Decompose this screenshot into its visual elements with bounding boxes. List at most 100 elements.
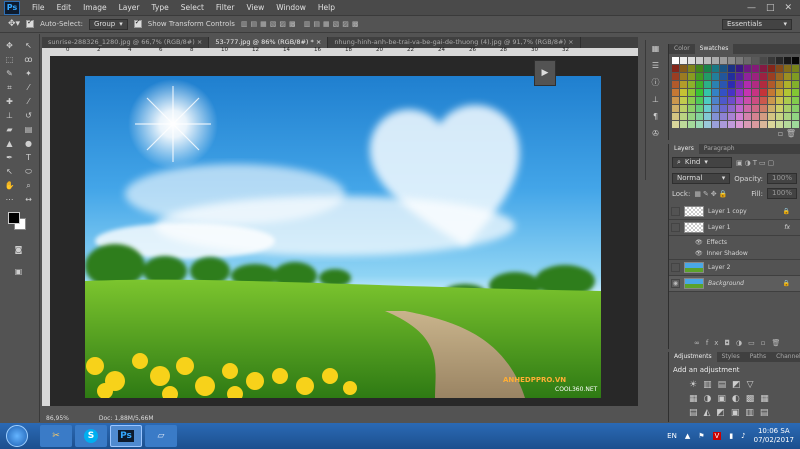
color-swatch[interactable] <box>736 113 743 120</box>
color-swatch[interactable] <box>784 97 791 104</box>
color-swatch[interactable] <box>712 113 719 120</box>
color-swatch[interactable] <box>728 81 735 88</box>
workspace-dropdown[interactable]: Essentials ▾ <box>722 19 792 30</box>
color-swatch[interactable] <box>704 97 711 104</box>
brush-presets-icon[interactable]: ⊥ <box>646 91 665 108</box>
eyedropper-tool-icon[interactable]: ⁄ <box>20 82 37 94</box>
color-swatch[interactable] <box>784 81 791 88</box>
color-swatch[interactable] <box>760 89 767 96</box>
color-swatch[interactable] <box>768 81 775 88</box>
color-swatch[interactable] <box>768 73 775 80</box>
color-swatch[interactable] <box>776 121 783 128</box>
start-button[interactable] <box>6 425 28 447</box>
pen-tool-icon[interactable]: ✒ <box>1 152 18 164</box>
color-swatch[interactable] <box>680 89 687 96</box>
color-swatch[interactable] <box>728 65 735 72</box>
color-swatch[interactable] <box>672 121 679 128</box>
color-swatch[interactable] <box>712 73 719 80</box>
language-indicator[interactable]: EN <box>667 432 677 440</box>
color-swatch[interactable] <box>744 105 751 112</box>
character-icon[interactable]: ¶ <box>646 108 665 125</box>
color-swatch[interactable] <box>688 81 695 88</box>
hand-tool-icon[interactable]: ✋ <box>1 180 18 192</box>
mask-icon[interactable]: ◘ <box>724 339 736 347</box>
color-swatch[interactable] <box>696 105 703 112</box>
color-swatch[interactable] <box>792 89 799 96</box>
transform-controls-checkbox[interactable] <box>133 18 142 28</box>
stamp-tool-icon[interactable]: ⊥ <box>1 110 18 122</box>
color-swatch[interactable] <box>760 65 767 72</box>
color-swatch[interactable] <box>752 121 759 128</box>
color-swatch[interactable] <box>744 113 751 120</box>
color-swatch[interactable] <box>680 57 687 64</box>
tab-paragraph[interactable]: Paragraph <box>699 144 740 154</box>
color-swatch[interactable] <box>752 65 759 72</box>
color-swatch[interactable] <box>736 65 743 72</box>
visibility-toggle[interactable]: ◉ <box>671 279 680 288</box>
filter-icons[interactable]: ▣◑T▭▢ <box>736 159 776 167</box>
color-swatch[interactable] <box>712 57 719 64</box>
new-swatch-icon[interactable]: ▫ <box>778 129 783 138</box>
color-swatch[interactable] <box>680 81 687 88</box>
menu-filter[interactable]: Filter <box>210 3 241 12</box>
taskbar-app-skype[interactable]: S <box>75 425 107 447</box>
lasso-tool-icon[interactable]: ꝏ <box>20 54 37 66</box>
color-swatch[interactable] <box>680 65 687 72</box>
color-swatch[interactable] <box>744 89 751 96</box>
color-swatch[interactable] <box>792 97 799 104</box>
flag-icon[interactable]: ⚑ <box>698 432 704 440</box>
color-swatch[interactable] <box>712 81 719 88</box>
layer-row-background[interactable]: ◉ Background 🔒 <box>669 276 800 292</box>
effects-row[interactable]: 👁 Effects <box>669 236 800 248</box>
document-image[interactable]: ANHEDPPRO.VN COOL360.NET <box>85 76 601 398</box>
color-swatch[interactable] <box>696 97 703 104</box>
color-swatch[interactable] <box>792 57 799 64</box>
color-swatch[interactable] <box>720 81 727 88</box>
clock[interactable]: 10:06 SA 07/02/2017 <box>754 427 794 445</box>
visibility-toggle[interactable] <box>671 263 680 272</box>
color-swatch[interactable] <box>760 121 767 128</box>
color-swatch[interactable] <box>760 97 767 104</box>
color-swatch[interactable] <box>688 89 695 96</box>
extra-tools-icon[interactable]: ⋯ <box>1 194 18 206</box>
color-swatch[interactable] <box>736 73 743 80</box>
layer-name[interactable]: Layer 1 copy <box>708 208 747 215</box>
screen-mode-icon[interactable]: ▣ <box>10 266 27 278</box>
swap-colors-icon[interactable]: ↔ <box>20 194 37 206</box>
taskbar-app-paper[interactable]: ▱ <box>145 425 177 447</box>
color-swatch[interactable] <box>784 113 791 120</box>
color-swatch[interactable] <box>720 57 727 64</box>
history-icon[interactable]: ▦ <box>646 40 665 57</box>
color-swatch[interactable] <box>720 113 727 120</box>
opacity-input[interactable]: 100% <box>766 173 797 184</box>
color-swatch[interactable] <box>720 121 727 128</box>
dodge-tool-icon[interactable]: ● <box>20 138 37 150</box>
marquee-tool-icon[interactable]: ⬚ <box>1 54 18 66</box>
color-swatch[interactable] <box>680 73 687 80</box>
color-swatch[interactable] <box>680 121 687 128</box>
tab-layers[interactable]: Layers <box>669 144 699 154</box>
color-swatch[interactable] <box>744 81 751 88</box>
minimize-button[interactable]: — <box>747 3 756 13</box>
tab-styles[interactable]: Styles <box>717 352 745 362</box>
color-swatch[interactable] <box>696 113 703 120</box>
color-swatch[interactable] <box>688 121 695 128</box>
color-swatch[interactable] <box>784 57 791 64</box>
color-swatch[interactable] <box>752 73 759 80</box>
eraser-tool-icon[interactable]: ▰ <box>1 124 18 136</box>
color-swatch[interactable] <box>792 121 799 128</box>
color-swatch[interactable] <box>768 121 775 128</box>
artboard-tool-icon[interactable]: ↖ <box>20 40 37 52</box>
menu-window[interactable]: Window <box>270 3 312 12</box>
antivirus-icon[interactable]: V <box>712 432 722 440</box>
color-swatch[interactable] <box>784 105 791 112</box>
color-swatch[interactable] <box>712 65 719 72</box>
tool-presets-icon[interactable]: ✇ <box>646 125 665 142</box>
foreground-color-swatch[interactable] <box>8 212 20 224</box>
color-swatch[interactable] <box>768 89 775 96</box>
layer-name[interactable]: Background <box>708 280 744 287</box>
color-swatch[interactable] <box>688 97 695 104</box>
maximize-button[interactable]: □ <box>766 3 775 13</box>
quick-select-tool-icon[interactable]: ✎ <box>1 68 18 80</box>
color-swatch[interactable] <box>736 89 743 96</box>
